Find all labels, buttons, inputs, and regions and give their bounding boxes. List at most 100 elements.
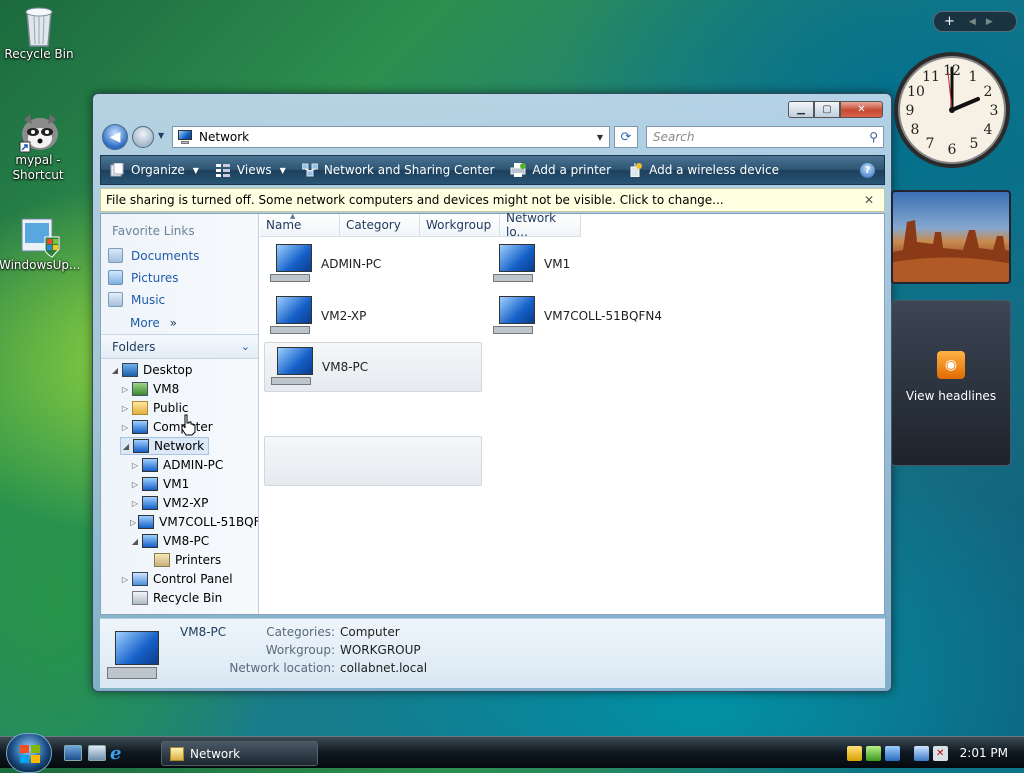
search-icon[interactable]: ⚲ — [869, 130, 878, 144]
column-header-network-location[interactable]: Network lo... — [500, 211, 581, 239]
computer-icon — [268, 294, 316, 338]
desktop-icon-mypal-shortcut[interactable]: mypal - Shortcut — [0, 110, 78, 183]
tree-item-computer[interactable]: ▷ Computer — [120, 418, 213, 436]
back-button[interactable]: ◀ — [102, 124, 128, 150]
favorite-link-music[interactable]: Music — [108, 292, 165, 307]
column-header-label: Network lo... — [506, 211, 557, 239]
help-icon[interactable]: ? — [860, 163, 875, 178]
computer-icon — [269, 345, 317, 389]
add-gadget-button[interactable]: + — [944, 14, 955, 29]
tree-item-control-panel[interactable]: ▷ Control Panel — [120, 570, 233, 588]
add-printer-button[interactable]: Add a printer — [502, 156, 619, 184]
favorite-link-label: Music — [131, 292, 166, 307]
close-icon[interactable]: ✕ — [864, 193, 874, 207]
tree-expanded-arrow-icon[interactable]: ◢ — [130, 537, 140, 546]
network-sharing-center-label: Network and Sharing Center — [323, 163, 495, 177]
taskbar-button-network[interactable]: Network — [161, 741, 318, 766]
security-shield-icon[interactable] — [846, 745, 862, 761]
forward-button[interactable] — [132, 126, 154, 148]
desktop-icon-windowsupdate[interactable]: WindowsUp... — [0, 215, 81, 273]
organize-label: Organize — [131, 163, 185, 177]
tree-item-vm1[interactable]: ▷ VM1 — [130, 475, 189, 493]
network-item-vm1[interactable]: VM1 — [487, 239, 705, 289]
view-headlines-label[interactable]: View headlines — [892, 389, 1010, 403]
tree-item-printers[interactable]: Printers — [142, 551, 221, 569]
tree-item-desktop[interactable]: ◢ Desktop — [110, 361, 193, 379]
tree-item-vm2-xp[interactable]: ▷ VM2-XP — [130, 494, 208, 512]
printer-icon — [154, 553, 170, 567]
column-header-label: Category — [346, 218, 401, 232]
organize-button[interactable]: Organize ▼ — [101, 156, 207, 184]
network-sharing-center-button[interactable]: Network and Sharing Center — [294, 156, 503, 184]
minimize-button[interactable]: ▁ — [788, 101, 814, 118]
show-desktop-icon[interactable] — [64, 745, 82, 761]
slideshow-gadget[interactable] — [891, 190, 1011, 284]
tree-expanded-arrow-icon[interactable]: ◢ — [121, 442, 131, 451]
computer-icon — [105, 627, 163, 683]
add-wireless-device-button[interactable]: Add a wireless device — [619, 156, 787, 184]
column-header-category[interactable]: Category — [340, 214, 420, 237]
clock-time[interactable]: 2:01 PM — [960, 746, 1008, 760]
start-button[interactable] — [6, 733, 52, 773]
green-check-icon[interactable] — [865, 745, 881, 761]
tree-item-public[interactable]: ▷ Public — [120, 399, 189, 417]
clock-gadget[interactable]: 1212 345 678 91011 — [890, 48, 1014, 172]
tree-collapsed-arrow-icon[interactable]: ▷ — [120, 423, 130, 432]
tree-item-admin-pc[interactable]: ▷ ADMIN-PC — [130, 456, 223, 474]
tree-collapsed-arrow-icon[interactable]: ▷ — [120, 575, 130, 584]
internet-explorer-icon[interactable]: e — [110, 743, 121, 764]
previous-page-icon[interactable]: ◀ — [969, 17, 976, 27]
folders-header[interactable]: Folders ⌄ — [101, 334, 258, 359]
network-item-vm8-pc-selected[interactable]: VM8-PC — [264, 342, 482, 392]
tree-collapsed-arrow-icon[interactable]: ▷ — [120, 385, 130, 394]
network-item-admin-pc[interactable]: ADMIN-PC — [264, 239, 482, 289]
tree-item-vm8-pc[interactable]: ◢ VM8-PC — [130, 532, 209, 550]
desktop-icon-label: WindowsUp... — [0, 258, 81, 272]
information-bar[interactable]: File sharing is turned off. Some network… — [100, 188, 885, 212]
favorite-link-pictures[interactable]: Pictures — [108, 270, 179, 285]
network-status-icon[interactable] — [913, 745, 929, 761]
network-item-label: ADMIN-PC — [321, 257, 382, 271]
network-item-vm8-pc[interactable] — [264, 436, 482, 486]
network-item-vm7coll-51bqfn4[interactable]: VM7COLL-51BQFN4 — [487, 291, 705, 341]
more-links-button[interactable]: More » — [130, 316, 177, 330]
column-header-name[interactable]: ▲ Name — [260, 212, 340, 237]
tree-item-recycle-bin[interactable]: Recycle Bin — [120, 589, 222, 607]
next-page-icon[interactable]: ▶ — [986, 17, 993, 27]
folder-icon — [132, 401, 148, 415]
svg-text:9: 9 — [906, 103, 915, 119]
volume-muted-icon[interactable]: ✕ — [932, 745, 948, 761]
network-item-label: VM1 — [544, 257, 571, 271]
address-dropdown-icon[interactable]: ▼ — [597, 133, 603, 142]
feed-headlines-gadget[interactable]: ◉ View headlines — [891, 300, 1011, 466]
column-header-workgroup[interactable]: Workgroup — [420, 214, 500, 237]
tree-collapsed-arrow-icon[interactable]: ▷ — [130, 461, 140, 470]
favorite-link-documents[interactable]: Documents — [108, 248, 199, 263]
network-center-icon — [301, 163, 318, 177]
display-icon[interactable] — [884, 745, 900, 761]
close-button[interactable]: ✕ — [840, 101, 883, 118]
chevron-down-icon: ▼ — [279, 165, 286, 175]
search-input[interactable]: Search ⚲ — [646, 126, 884, 148]
tree-item-vm7coll[interactable]: ▷ VM7COLL-51BQFI — [130, 513, 258, 531]
details-value: collabnet.local — [340, 661, 428, 675]
desktop-icon-recycle-bin[interactable]: Recycle Bin — [0, 4, 79, 62]
views-button[interactable]: Views ▼ — [207, 156, 294, 184]
tree-collapsed-arrow-icon[interactable]: ▷ — [130, 518, 136, 527]
tree-label: VM1 — [163, 477, 190, 491]
tree-item-network[interactable]: ◢ Network — [120, 437, 210, 455]
tree-collapsed-arrow-icon[interactable]: ▷ — [130, 499, 140, 508]
tree-expanded-arrow-icon[interactable]: ◢ — [110, 366, 120, 375]
views-label: Views — [236, 163, 272, 177]
tree-item-vm8[interactable]: ▷ VM8 — [120, 380, 179, 398]
tree-collapsed-arrow-icon[interactable]: ▷ — [130, 480, 140, 489]
network-item-vm2-xp[interactable]: VM2-XP — [264, 291, 482, 341]
recent-pages-dropdown[interactable]: ▼ — [158, 131, 164, 140]
control-panel-icon — [132, 572, 148, 586]
refresh-button[interactable]: ⟳ — [614, 126, 638, 148]
switch-windows-icon[interactable] — [88, 745, 106, 761]
favorite-links-title: Favorite Links — [112, 224, 195, 238]
tree-collapsed-arrow-icon[interactable]: ▷ — [120, 404, 130, 413]
address-field[interactable]: Network ▼ — [172, 126, 610, 148]
maximize-button[interactable]: ▢ — [814, 101, 840, 118]
